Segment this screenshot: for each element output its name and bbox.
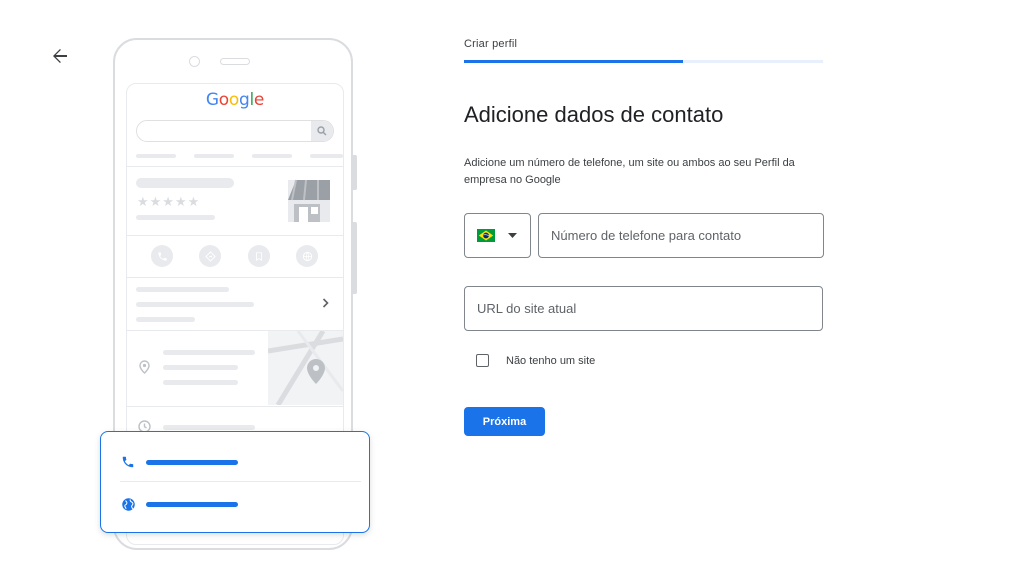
globe-icon <box>296 245 318 267</box>
bookmark-icon <box>248 245 270 267</box>
website-url-input[interactable]: URL do site atual <box>464 286 823 331</box>
contact-phone-row <box>101 440 369 484</box>
no-website-label: Não tenho um site <box>506 354 596 367</box>
placeholder-line <box>136 287 229 292</box>
placeholder-line <box>163 425 255 430</box>
phone-search-bar <box>136 120 334 142</box>
placeholder-website-line <box>146 501 238 507</box>
back-button[interactable] <box>48 44 72 68</box>
placeholder-line <box>163 380 238 385</box>
step-label: Criar perfil <box>464 38 518 50</box>
brazil-flag-icon <box>477 229 495 242</box>
progress-fill <box>464 60 683 63</box>
placeholder-business-name <box>136 178 234 188</box>
contact-highlight-card <box>100 431 370 533</box>
dropdown-caret-icon <box>508 233 517 238</box>
placeholder-tab <box>310 154 343 158</box>
map-pin-icon <box>307 359 325 384</box>
country-code-select[interactable] <box>464 213 531 258</box>
next-button[interactable]: Próxima <box>464 407 545 436</box>
globe-icon <box>121 497 135 511</box>
placeholder-line <box>163 365 238 370</box>
no-website-checkbox-row[interactable]: Não tenho um site <box>476 354 595 367</box>
directions-icon <box>199 245 221 267</box>
contact-website-row <box>101 482 369 526</box>
phone-number-input[interactable]: Número de telefone para contato <box>538 213 824 258</box>
phone-icon <box>151 245 173 267</box>
phone-button <box>353 222 357 294</box>
no-website-checkbox[interactable] <box>476 354 489 367</box>
search-icon <box>317 126 327 136</box>
placeholder-line <box>136 215 215 220</box>
placeholder-line <box>136 317 195 322</box>
rating-stars: ★★★★★ <box>137 194 201 209</box>
placeholder-tab <box>194 154 234 158</box>
placeholder-line <box>136 302 254 307</box>
placeholder-line <box>163 350 255 355</box>
page-title: Adicione dados de contato <box>464 102 724 127</box>
google-logo: Google <box>205 90 265 110</box>
arrow-left-icon <box>53 49 67 63</box>
page-description: Adicione um número de telefone, um site … <box>464 157 795 186</box>
chevron-right-icon <box>322 298 329 308</box>
phone-button <box>353 155 357 190</box>
map-thumbnail <box>268 331 343 405</box>
placeholder-tab <box>136 154 176 158</box>
placeholder-tab <box>252 154 292 158</box>
location-pin-icon <box>139 360 150 374</box>
store-icon <box>288 179 330 222</box>
progress-bar <box>464 60 823 63</box>
phone-icon <box>122 456 134 468</box>
placeholder-phone-line <box>146 459 238 465</box>
phone-camera <box>189 56 200 67</box>
phone-speaker <box>220 58 250 65</box>
